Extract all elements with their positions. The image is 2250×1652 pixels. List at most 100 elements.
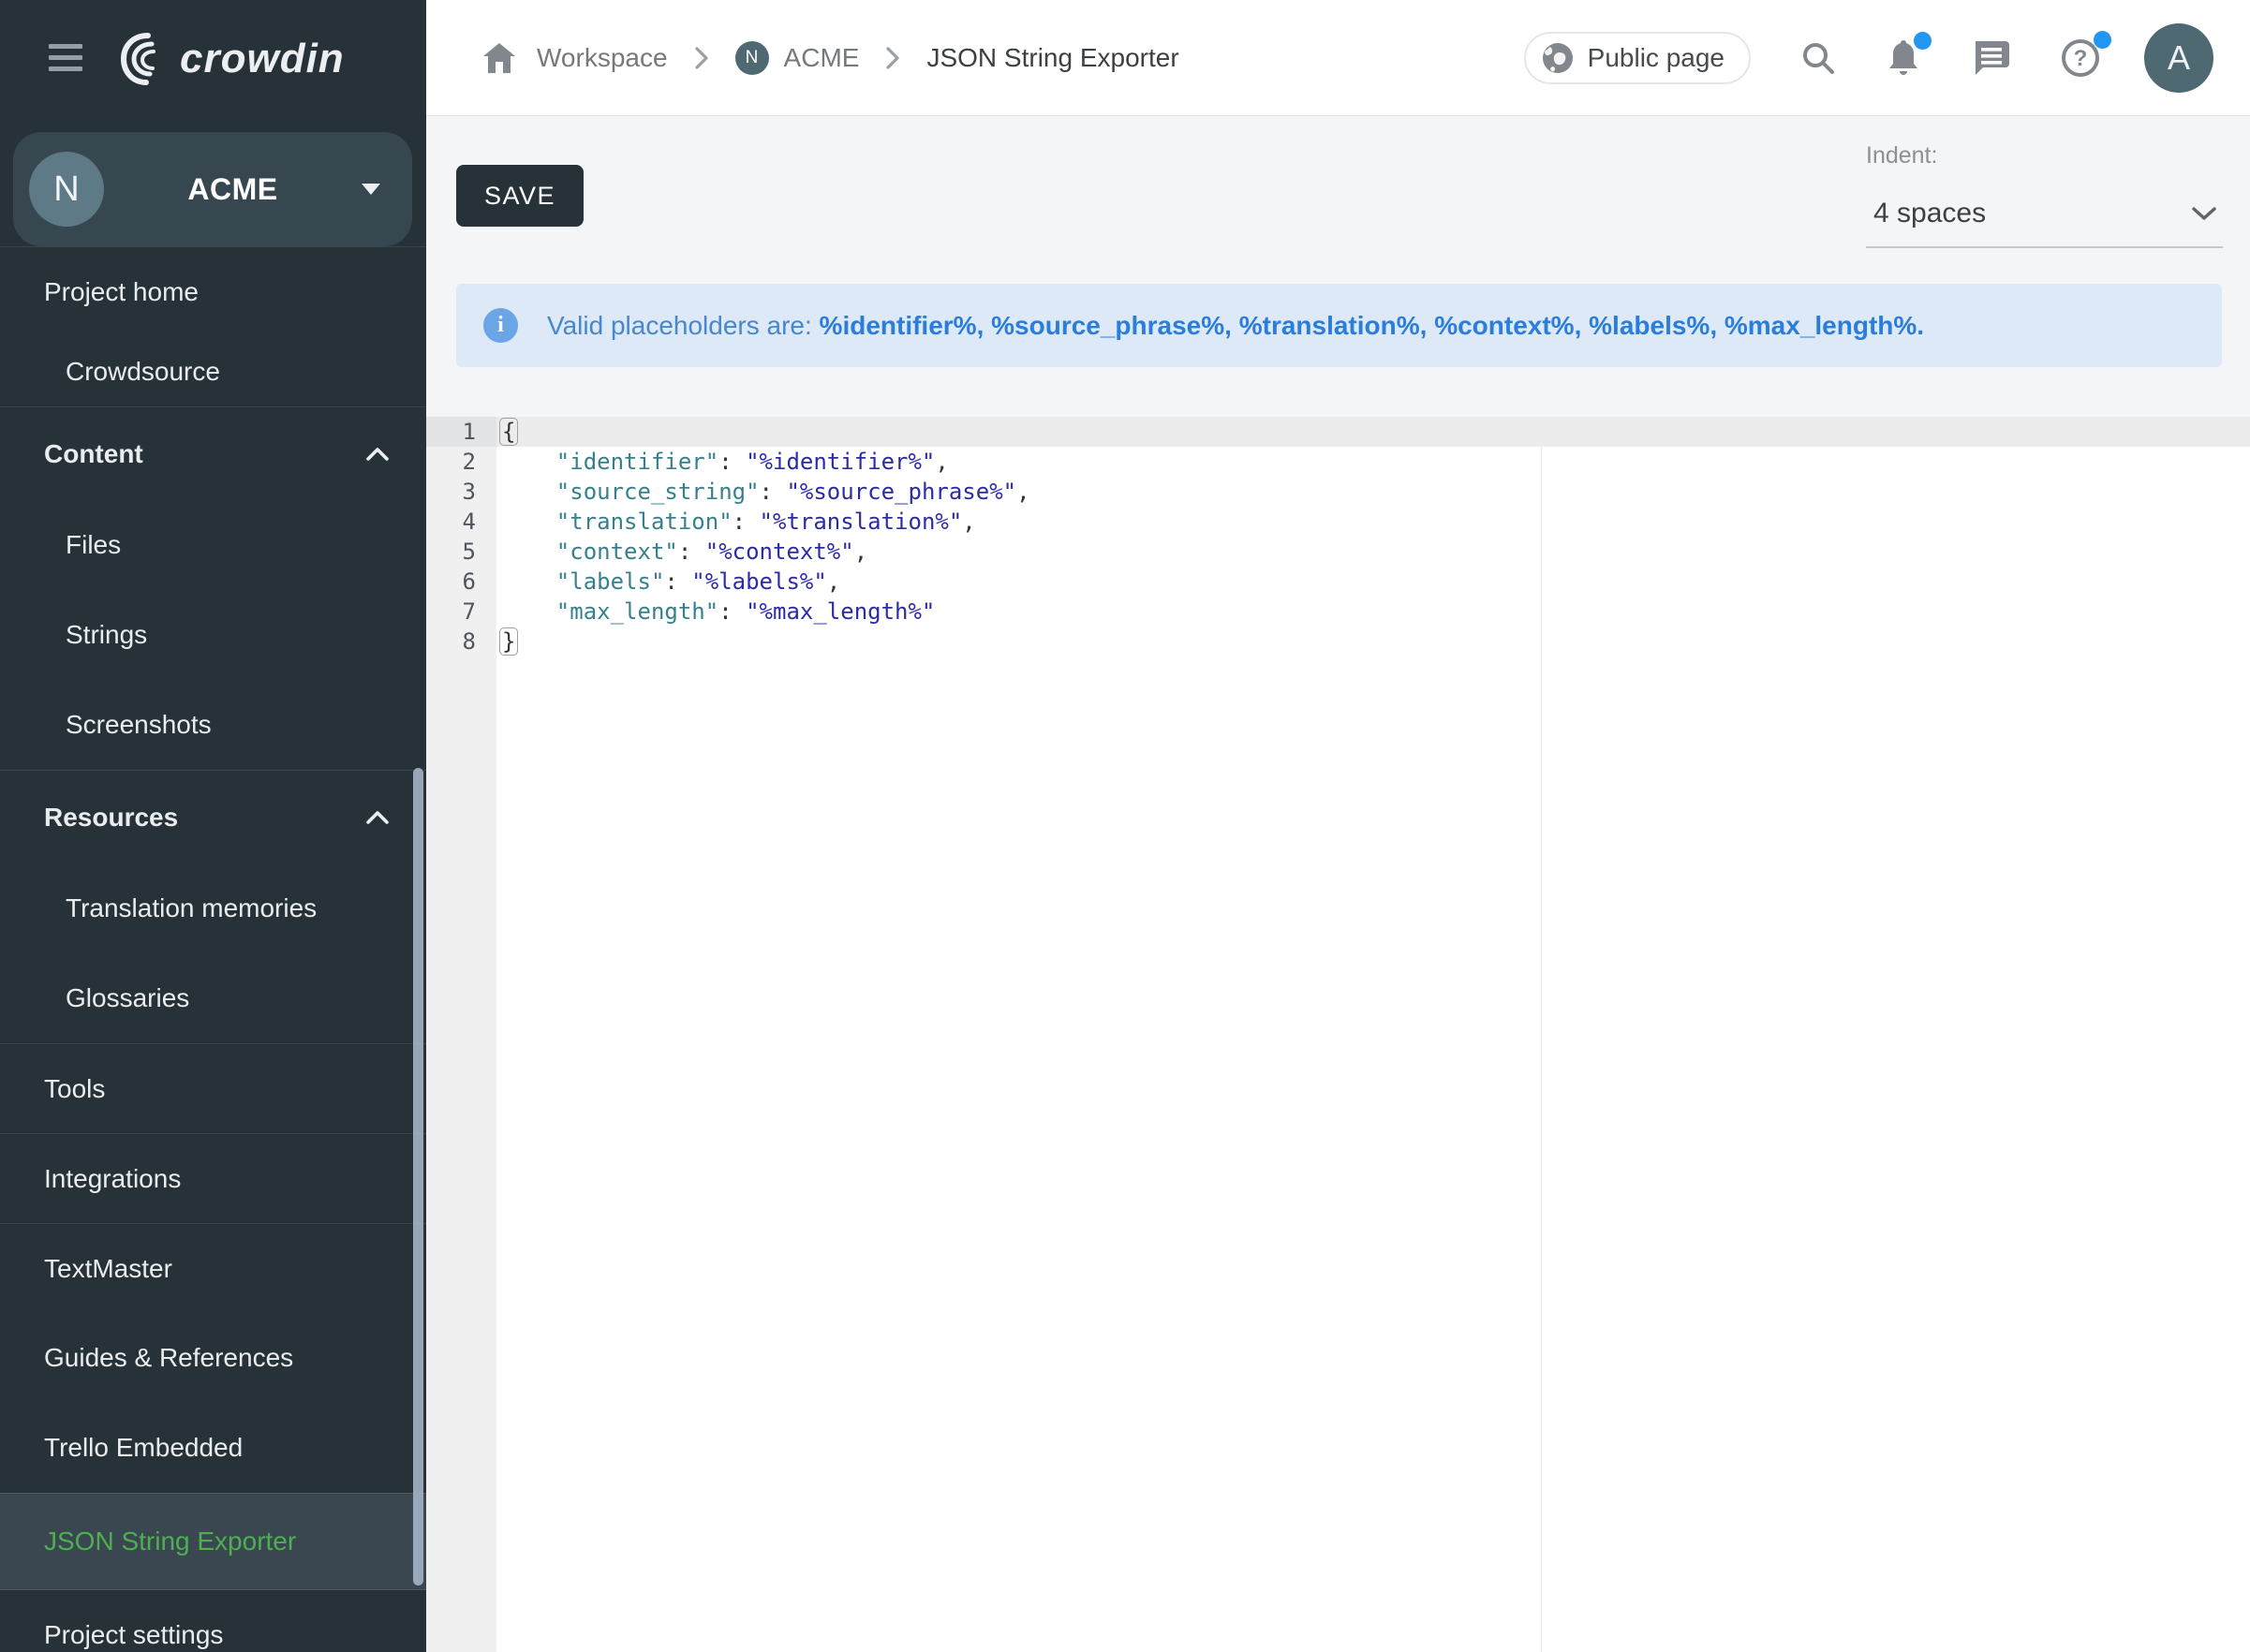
sidebar-item-label: Screenshots xyxy=(66,710,212,740)
sidebar-nav-list: Project home Crowdsource Content Files Strin… xyxy=(0,246,426,1652)
code-line-6: "labels": "%labels%", xyxy=(496,567,2250,597)
sidebar-item-label: Integrations xyxy=(44,1164,181,1194)
sidebar-item-resources[interactable]: Resources xyxy=(0,770,426,863)
line-number: 5 xyxy=(426,537,496,567)
line-number: 8 xyxy=(426,627,496,656)
messages-icon[interactable] xyxy=(1970,37,2011,79)
topbar-actions: Public page ? A xyxy=(1524,23,2213,93)
code-line-7: "max_length": "%max_length%" xyxy=(496,597,2250,627)
code-line-5: "context": "%context%", xyxy=(496,537,2250,567)
sidebar-item-label: Project settings xyxy=(44,1620,223,1650)
crowdin-app: crowdin N ACME Project home Crowdsource Co… xyxy=(0,0,2250,1652)
sidebar-item-json-string-exporter[interactable]: JSON String Exporter xyxy=(0,1493,426,1590)
chevron-down-icon xyxy=(2191,206,2217,221)
sidebar-item-label: Trello Embedded xyxy=(44,1433,243,1463)
sidebar-item-strings[interactable]: Strings xyxy=(0,590,426,680)
chevron-right-icon xyxy=(885,46,900,70)
sidebar-item-label: Files xyxy=(66,530,121,560)
sidebar-item-label: Translation memories xyxy=(66,893,317,923)
breadcrumb-current-page: JSON String Exporter xyxy=(926,43,1178,73)
user-avatar[interactable]: A xyxy=(2144,23,2213,93)
placeholders-info-banner: i Valid placeholders are: %identifier%, … xyxy=(456,284,2222,367)
sidebar-item-translation-memories[interactable]: Translation memories xyxy=(0,863,426,953)
search-icon[interactable] xyxy=(1799,39,1837,77)
save-button[interactable]: SAVE xyxy=(456,165,584,227)
indent-label: Indent: xyxy=(1866,142,2223,170)
sidebar-item-project-settings[interactable]: Project settings xyxy=(0,1590,426,1652)
sidebar-item-label: Guides & References xyxy=(44,1343,293,1373)
public-page-label: Public page xyxy=(1588,43,1725,73)
top-header: Workspace N ACME JSON String Exporter xyxy=(426,0,2250,116)
notifications-bell-icon[interactable] xyxy=(1886,38,1921,78)
placeholder-token: %context%, xyxy=(1434,311,1581,340)
help-badge xyxy=(2094,31,2111,49)
sidebar-item-label: Content xyxy=(44,439,143,469)
sidebar-item-textmaster[interactable]: TextMaster xyxy=(0,1223,426,1313)
sidebar-item-project-home[interactable]: Project home xyxy=(0,246,426,336)
sidebar-item-label: Project home xyxy=(44,277,199,307)
line-number: 4 xyxy=(426,507,496,537)
sidebar-item-label: Crowdsource xyxy=(66,357,220,387)
sidebar-item-integrations[interactable]: Integrations xyxy=(0,1133,426,1223)
chevron-up-icon xyxy=(366,811,389,824)
sidebar-item-glossaries[interactable]: Glossaries xyxy=(0,953,426,1043)
project-badge: N xyxy=(735,41,769,75)
sidebar-item-label: Glossaries xyxy=(66,983,189,1013)
chevron-right-icon xyxy=(694,46,709,70)
home-icon[interactable] xyxy=(482,42,516,74)
info-icon: i xyxy=(483,308,518,343)
sidebar-item-trello-embedded[interactable]: Trello Embedded xyxy=(0,1403,426,1493)
indent-select[interactable]: 4 spaces xyxy=(1866,181,2223,248)
sidebar-header: crowdin xyxy=(0,0,426,119)
svg-text:?: ? xyxy=(2074,46,2088,71)
breadcrumb: Workspace N ACME JSON String Exporter xyxy=(482,41,1179,75)
line-number: 3 xyxy=(426,477,496,507)
code-line-3: "source_string": "%source_phrase%", xyxy=(496,477,2250,507)
line-number: 6 xyxy=(426,567,496,597)
help-icon[interactable]: ? xyxy=(2060,37,2101,79)
project-avatar: N xyxy=(29,152,104,227)
public-page-button[interactable]: Public page xyxy=(1524,32,1751,84)
banner-text: Valid placeholders are: %identifier%, %s… xyxy=(547,311,1924,341)
hamburger-menu-icon[interactable] xyxy=(49,44,82,72)
chevron-up-icon xyxy=(366,448,389,461)
code-editor[interactable]: 12345678 { "identifier": "%identifier%",… xyxy=(426,417,2250,1652)
placeholder-token: %translation%, xyxy=(1239,311,1428,340)
project-name: ACME xyxy=(104,172,362,207)
placeholder-token: %source_phrase%, xyxy=(991,311,1232,340)
sidebar-item-content[interactable]: Content xyxy=(0,406,426,500)
sidebar-scrollbar[interactable] xyxy=(413,768,423,1586)
sidebar-item-crowdsource[interactable]: Crowdsource xyxy=(0,336,426,406)
editor-code-area[interactable]: { "identifier": "%identifier%", "source_… xyxy=(496,417,2250,1652)
code-line-4: "translation": "%translation%", xyxy=(496,507,2250,537)
sidebar-item-tools[interactable]: Tools xyxy=(0,1043,426,1133)
breadcrumb-project[interactable]: N ACME xyxy=(735,41,860,75)
globe-icon xyxy=(1541,41,1575,75)
indent-control: Indent: 4 spaces xyxy=(1866,142,2223,248)
placeholder-token: %identifier%, xyxy=(820,311,984,340)
line-number: 1 xyxy=(426,417,496,447)
crowdin-logo-text: crowdin xyxy=(180,36,345,82)
code-line-1: { xyxy=(496,417,2250,447)
sidebar-item-screenshots[interactable]: Screenshots xyxy=(0,680,426,770)
crowdin-logo[interactable]: crowdin xyxy=(114,28,345,90)
sidebar-item-files[interactable]: Files xyxy=(0,500,426,590)
project-selector[interactable]: N ACME xyxy=(13,132,412,246)
sidebar-item-label: Tools xyxy=(44,1074,105,1104)
editor-gutter: 12345678 xyxy=(426,417,496,1652)
chevron-down-icon xyxy=(362,184,380,195)
notification-badge xyxy=(1914,32,1932,50)
code-line-2: "identifier": "%identifier%", xyxy=(496,447,2250,477)
breadcrumb-project-label: ACME xyxy=(784,43,860,73)
sidebar-item-label: TextMaster xyxy=(44,1254,172,1284)
sidebar-item-label: JSON String Exporter xyxy=(44,1527,296,1556)
code-line-8: } xyxy=(496,627,2250,656)
sidebar-item-guides-references[interactable]: Guides & References xyxy=(0,1313,426,1403)
sidebar-item-label: Strings xyxy=(66,620,147,650)
crowdin-logo-icon xyxy=(114,30,172,88)
breadcrumb-workspace[interactable]: Workspace xyxy=(537,43,668,73)
line-number: 7 xyxy=(426,597,496,627)
sidebar-item-label: Resources xyxy=(44,803,178,833)
placeholder-token: %labels%, xyxy=(1589,311,1717,340)
indent-selected-value: 4 spaces xyxy=(1866,198,1986,229)
